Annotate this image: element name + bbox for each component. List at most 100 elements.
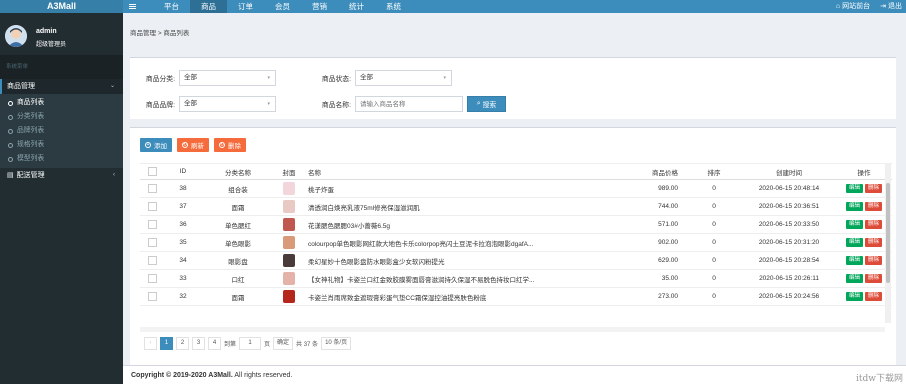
sidebar-item-spec-list[interactable]: 规格列表	[0, 138, 123, 152]
col-id[interactable]: ID	[164, 163, 202, 180]
table-row[interactable]: 32 面霜 卡姿兰肖雨席致金遮瑕膏彩蛋气垫CC霜保湿控油提亮肤色粉底 273.00 0 2…	[140, 287, 892, 306]
table-row[interactable]: 36 单色腮红 花漾腮色腮腮03#小蔷薇6.5g 571.00 0 2020-06-15 …	[140, 215, 892, 234]
row-checkbox[interactable]	[147, 292, 157, 301]
edit-button[interactable]: 编辑	[845, 256, 863, 265]
refresh-icon: ↻	[182, 142, 188, 148]
table-row[interactable]: 37 面霜 清透润白焕亮乳液75ml修亮保湿滋润肌 744.00 0 2020-06-15…	[140, 197, 892, 216]
table-header-row: ID 分类名称 封面 名称 商品价格 排序 创建时间 操作	[140, 163, 892, 180]
select-all-checkbox[interactable]	[147, 167, 157, 176]
brand-select[interactable]: 全部 ▾	[179, 96, 276, 112]
vertical-scrollbar[interactable]	[885, 163, 891, 323]
sidebar-item-category-list[interactable]: 分类列表	[0, 110, 123, 124]
table-row[interactable]: 38 组合装 桃子炸蛋 989.00 0 2020-06-15 20:48:14 编辑 删除	[140, 179, 892, 198]
breadcrumb-parent[interactable]: 商品管理	[130, 30, 156, 37]
product-thumbnail[interactable]	[283, 236, 295, 249]
row-price: 629.00	[602, 251, 686, 270]
table-row[interactable]: 35 单色眼影 colourpop单色眼影网红款大地色卡乐colorpop亮闪土豆泥…	[140, 233, 892, 252]
sidebar-group-delivery[interactable]: ▤ 配送管理 ‹	[0, 168, 123, 183]
row-checkbox-cell[interactable]	[140, 197, 164, 216]
app-logo[interactable]: A3Mall	[0, 0, 123, 13]
goto-confirm-button[interactable]: 确定	[273, 337, 294, 350]
row-delete-button[interactable]: 删除	[865, 220, 883, 229]
row-checkbox[interactable]	[147, 220, 157, 229]
row-id: 37	[164, 197, 202, 216]
edit-button[interactable]: 编辑	[845, 184, 863, 193]
nav-item-marketing[interactable]: 营销	[301, 0, 338, 13]
product-thumbnail[interactable]	[283, 182, 295, 195]
page-button-1[interactable]: 1	[160, 337, 173, 350]
logout-link[interactable]: ⇥ 退出	[880, 0, 902, 13]
goto-page-input[interactable]: 1	[239, 337, 262, 350]
page-button-2[interactable]: 2	[176, 337, 189, 350]
sidebar-item-goods-list[interactable]: 商品列表	[0, 96, 123, 110]
page-button-4[interactable]: 4	[208, 337, 221, 350]
nav-item-platform[interactable]: 平台	[153, 0, 190, 13]
product-thumbnail[interactable]	[283, 290, 295, 303]
row-checkbox-cell[interactable]	[140, 233, 164, 252]
horizontal-scrollbar[interactable]	[140, 327, 885, 332]
row-checkbox-cell[interactable]	[140, 251, 164, 270]
user-panel: admin 超级管理员	[0, 13, 123, 55]
row-sort: 0	[686, 215, 742, 234]
product-thumbnail[interactable]	[283, 254, 295, 267]
scrollbar-thumb[interactable]	[886, 183, 890, 283]
name-search-input[interactable]	[355, 96, 463, 112]
row-checkbox-cell[interactable]	[140, 287, 164, 306]
row-delete-button[interactable]: 删除	[865, 256, 883, 265]
nav-item-goods[interactable]: 商品	[190, 0, 227, 13]
prev-page-button[interactable]: ‹	[144, 337, 157, 350]
row-delete-button[interactable]: 删除	[865, 184, 883, 193]
status-select[interactable]: 全部 ▾	[355, 70, 452, 86]
row-checkbox[interactable]	[147, 274, 157, 283]
nav-item-members[interactable]: 会员	[264, 0, 301, 13]
row-name: 桃子炸蛋	[304, 179, 602, 198]
row-actions: 编辑 删除	[836, 197, 892, 216]
edit-button[interactable]: 编辑	[845, 292, 863, 301]
row-checkbox-cell[interactable]	[140, 215, 164, 234]
delete-button[interactable]: ↻ 删除	[214, 138, 246, 152]
category-select[interactable]: 全部 ▾	[179, 70, 276, 86]
row-delete-button[interactable]: 删除	[865, 292, 883, 301]
row-created: 2020-06-15 20:48:14	[742, 179, 836, 198]
table-row[interactable]: 33 口红 【女神礼物】卡姿兰口红金致胶膜雾面唇膏滋润持久保湿不易脱色持妆口红学..…	[140, 269, 892, 288]
col-name: 名称	[304, 163, 602, 180]
refresh-button[interactable]: ↻ 刷新	[177, 138, 209, 152]
per-page-select[interactable]: 10 条/页	[321, 337, 352, 350]
page-button-3[interactable]: 3	[192, 337, 205, 350]
row-checkbox-cell[interactable]	[140, 269, 164, 288]
frontend-link[interactable]: ⌂ 网站前台	[836, 0, 870, 13]
row-sort: 0	[686, 269, 742, 288]
nav-item-system[interactable]: 系统	[375, 0, 412, 13]
add-button[interactable]: + 添加	[140, 138, 172, 152]
row-checkbox[interactable]	[147, 256, 157, 265]
row-delete-button[interactable]: 删除	[865, 238, 883, 247]
col-created: 创建时间	[742, 163, 836, 180]
sidebar-item-model-list[interactable]: 模型列表	[0, 152, 123, 166]
row-checkbox-cell[interactable]	[140, 179, 164, 198]
row-delete-button[interactable]: 删除	[865, 274, 883, 283]
edit-button[interactable]: 编辑	[845, 202, 863, 211]
row-delete-button[interactable]: 删除	[865, 202, 883, 211]
row-cover	[274, 287, 304, 306]
sidebar-item-brand-list[interactable]: 品牌列表	[0, 124, 123, 138]
product-thumbnail[interactable]	[283, 272, 295, 285]
delete-button-label: 删除	[228, 143, 241, 150]
sidebar-toggle-icon[interactable]	[126, 0, 138, 13]
row-checkbox[interactable]	[147, 238, 157, 247]
select-all-header[interactable]	[140, 163, 164, 180]
table-row[interactable]: 34 眼影盘 柔幻星妙十色眼影盘防水眼影盒少女软闪粉提光 629.00 0 2020-06…	[140, 251, 892, 270]
edit-button[interactable]: 编辑	[845, 274, 863, 283]
sidebar-item-label: 分类列表	[17, 113, 45, 120]
edit-button[interactable]: 编辑	[845, 220, 863, 229]
row-category: 单色腮红	[202, 215, 274, 234]
nav-item-stats[interactable]: 统计	[338, 0, 375, 13]
row-checkbox[interactable]	[147, 202, 157, 211]
row-created: 2020-06-15 20:36:51	[742, 197, 836, 216]
sidebar-group-goods[interactable]: 商品管理 ⌄	[0, 79, 123, 94]
search-button[interactable]: ⌕ 搜索	[467, 96, 506, 112]
product-thumbnail[interactable]	[283, 218, 295, 231]
edit-button[interactable]: 编辑	[845, 238, 863, 247]
row-checkbox[interactable]	[147, 184, 157, 193]
nav-item-orders[interactable]: 订单	[227, 0, 264, 13]
product-thumbnail[interactable]	[283, 200, 295, 213]
